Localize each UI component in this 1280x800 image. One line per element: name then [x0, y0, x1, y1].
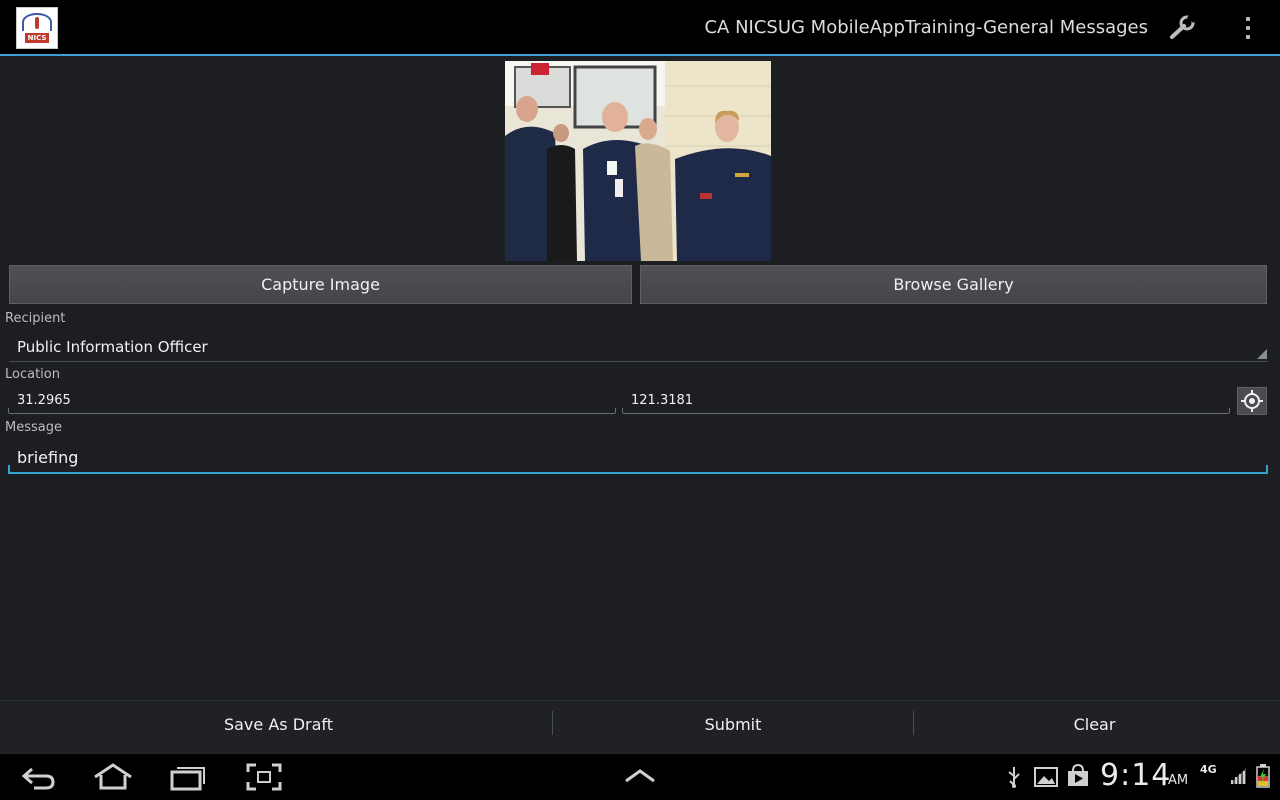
- gps-locate-button[interactable]: [1237, 387, 1267, 415]
- gallery-icon: [1034, 767, 1058, 787]
- wrench-icon: [1170, 13, 1197, 39]
- message-value: briefing: [17, 448, 79, 467]
- logo-badge: NICS: [24, 33, 50, 43]
- network-type: 4G: [1200, 763, 1217, 776]
- bottom-action-bar: Save As Draft Submit Clear: [0, 700, 1280, 755]
- battery-icon: [1256, 764, 1270, 788]
- settings-wrench-button[interactable]: [1166, 13, 1202, 42]
- usb-icon: [1008, 767, 1020, 788]
- signal-icon: [1230, 768, 1246, 784]
- screenshot-icon[interactable]: [246, 763, 282, 791]
- app-title: CA NICSUG MobileAppTraining-General Mess…: [704, 17, 1148, 38]
- play-store-icon: [1068, 764, 1088, 786]
- location-label: Location: [5, 367, 60, 382]
- gps-target-icon: [1241, 390, 1263, 412]
- message-label: Message: [5, 420, 62, 435]
- browse-gallery-button[interactable]: Browse Gallery: [640, 265, 1267, 304]
- recipient-value: Public Information Officer: [17, 338, 208, 356]
- system-bar: 9:14 AM 4G: [0, 754, 1280, 800]
- recent-apps-icon[interactable]: [169, 763, 207, 791]
- overflow-menu-button[interactable]: [1236, 14, 1260, 42]
- home-icon[interactable]: [92, 763, 134, 791]
- clock-time: 9:14: [1100, 758, 1172, 793]
- latitude-field[interactable]: 31.2965: [8, 387, 616, 414]
- submit-button[interactable]: Submit: [553, 701, 913, 748]
- group-photo-image: [505, 61, 771, 261]
- save-as-draft-button[interactable]: Save As Draft: [5, 701, 552, 748]
- back-icon[interactable]: [20, 763, 58, 791]
- app-logo[interactable]: NICS: [16, 7, 58, 49]
- up-arrow-icon[interactable]: [624, 768, 656, 784]
- recipient-label: Recipient: [5, 311, 66, 326]
- longitude-field[interactable]: 121.3181: [622, 387, 1230, 414]
- recipient-spinner[interactable]: Public Information Officer: [9, 332, 1268, 362]
- attached-photo: [505, 61, 771, 261]
- spinner-arrow-icon: [1257, 349, 1267, 359]
- capture-image-button[interactable]: Capture Image: [9, 265, 632, 304]
- message-input[interactable]: briefing: [8, 444, 1268, 474]
- longitude-value: 121.3181: [631, 393, 694, 408]
- action-bar: NICS CA NICSUG MobileAppTraining-General…: [0, 0, 1280, 56]
- latitude-value: 31.2965: [17, 393, 71, 408]
- clear-button[interactable]: Clear: [914, 701, 1275, 748]
- clock-ampm: AM: [1168, 773, 1189, 788]
- logo-wings-icon: [22, 13, 52, 31]
